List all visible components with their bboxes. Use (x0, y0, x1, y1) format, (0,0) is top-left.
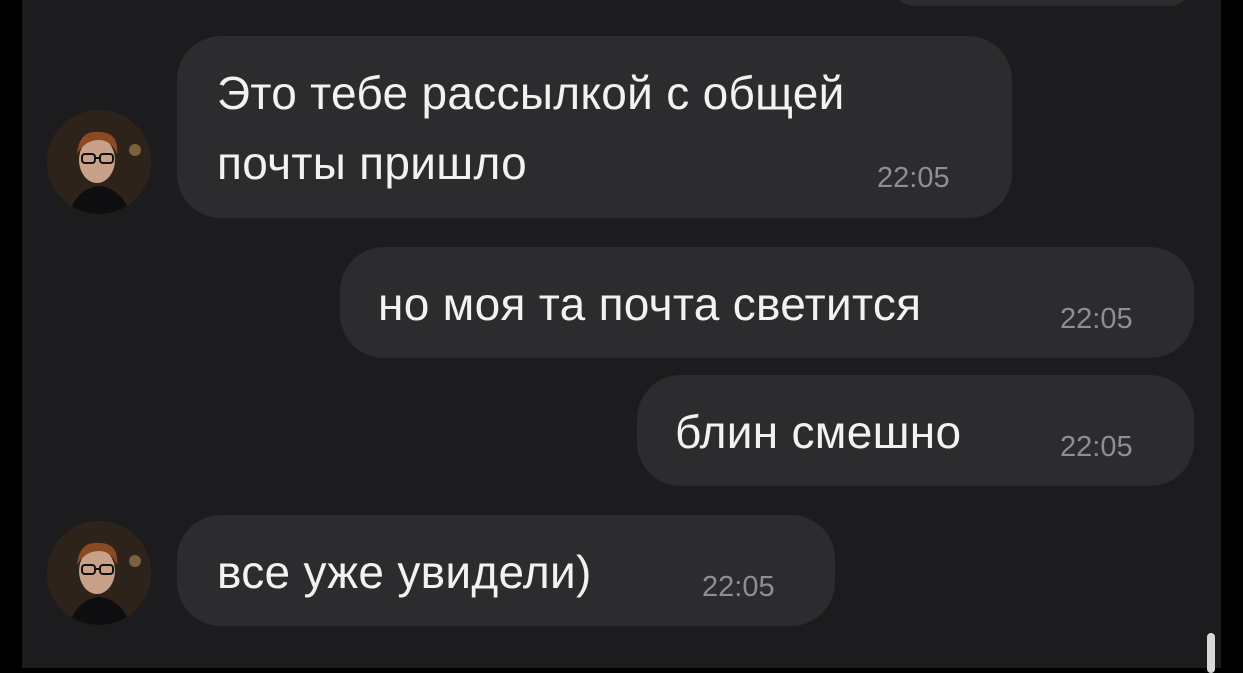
sender-avatar[interactable] (47, 521, 151, 625)
message-bubble-outgoing[interactable]: блин смешно 22:05 (637, 375, 1194, 486)
sender-avatar[interactable] (47, 110, 151, 214)
screen-edge (1221, 0, 1243, 668)
message-timestamp: 22:05 (1060, 431, 1133, 463)
message-timestamp: 22:05 (702, 571, 775, 603)
message-bubble-incoming[interactable]: Это тебе рассылкой с общей почты пришло … (177, 36, 1012, 218)
avatar-photo-icon (47, 521, 151, 625)
message-bubble-partial[interactable] (892, 0, 1192, 6)
scrollbar-thumb[interactable] (1207, 633, 1215, 673)
message-text: блин смешно (675, 406, 962, 458)
message-text-line: Это тебе рассылкой с общей (217, 67, 845, 119)
avatar-photo-icon (47, 110, 151, 214)
message-timestamp: 22:05 (877, 162, 950, 194)
message-text: все уже увидели) (217, 546, 592, 598)
message-timestamp: 22:05 (1060, 303, 1133, 335)
message-text-line: почты пришло (217, 137, 527, 189)
message-bubble-outgoing[interactable]: но моя та почта светится 22:05 (340, 247, 1194, 358)
message-text: но моя та почта светится (378, 278, 922, 330)
message-bubble-incoming[interactable]: все уже увидели) 22:05 (177, 515, 835, 626)
